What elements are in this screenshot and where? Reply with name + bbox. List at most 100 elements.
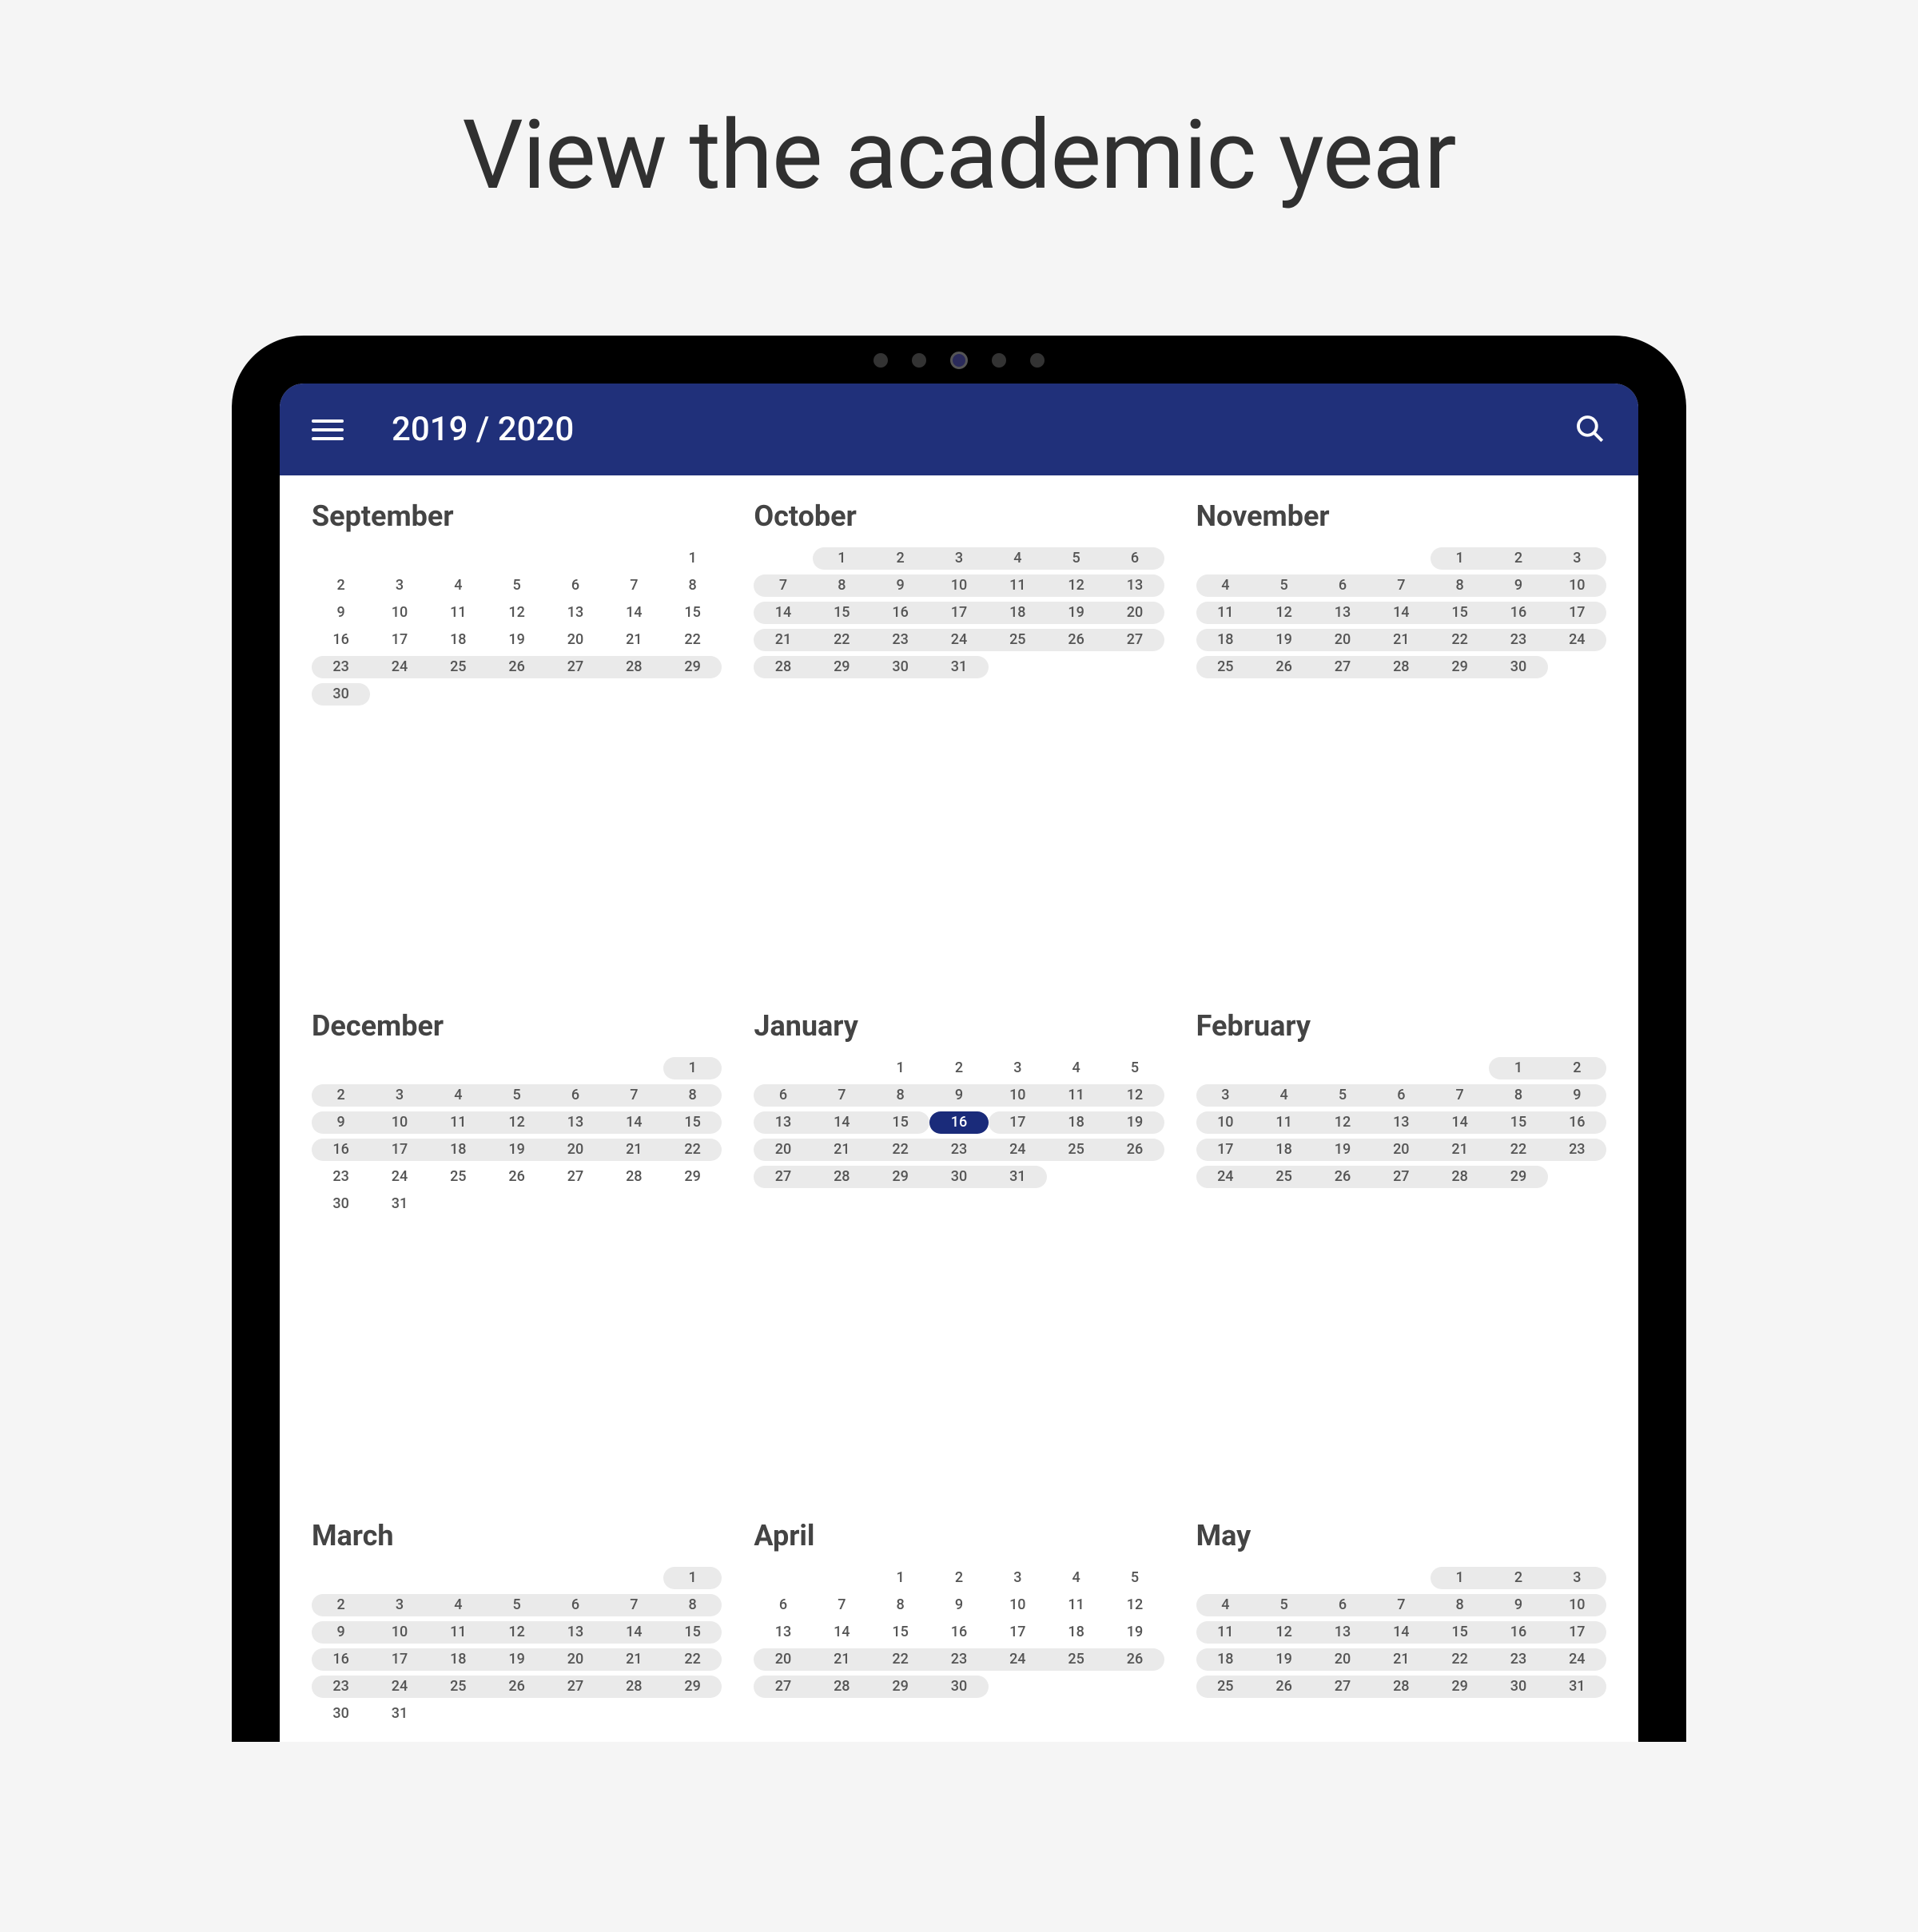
- day-cell[interactable]: 24: [989, 1648, 1047, 1671]
- day-cell[interactable]: 23: [1489, 1648, 1547, 1671]
- day-cell[interactable]: 19: [1255, 1648, 1313, 1671]
- day-cell[interactable]: 5: [1047, 547, 1105, 570]
- day-cell[interactable]: 24: [1548, 1648, 1606, 1671]
- day-cell[interactable]: 27: [1313, 1676, 1371, 1698]
- day-cell[interactable]: 2: [871, 547, 929, 570]
- day-cell[interactable]: 23: [1548, 1139, 1606, 1161]
- day-cell[interactable]: 26: [487, 1676, 546, 1698]
- day-cell[interactable]: 2: [1548, 1057, 1606, 1079]
- day-cell[interactable]: 7: [1431, 1084, 1489, 1107]
- day-cell[interactable]: 20: [546, 629, 604, 651]
- day-cell[interactable]: 5: [1105, 1567, 1164, 1589]
- day-cell[interactable]: 19: [1313, 1139, 1371, 1161]
- day-cell[interactable]: 27: [546, 1166, 604, 1188]
- day-cell[interactable]: 11: [429, 602, 487, 624]
- day-cell[interactable]: 4: [1196, 574, 1255, 597]
- day-cell[interactable]: 3: [989, 1567, 1047, 1589]
- day-cell[interactable]: 4: [429, 574, 487, 597]
- day-cell[interactable]: 6: [754, 1594, 812, 1616]
- day-cell[interactable]: 30: [871, 656, 929, 678]
- day-cell[interactable]: 9: [929, 1084, 988, 1107]
- day-cell[interactable]: 10: [929, 574, 988, 597]
- day-cell[interactable]: 28: [605, 1166, 663, 1188]
- day-cell[interactable]: 4: [1255, 1084, 1313, 1107]
- day-cell[interactable]: 25: [1255, 1166, 1313, 1188]
- day-cell[interactable]: 29: [663, 1166, 722, 1188]
- day-cell[interactable]: 14: [605, 1111, 663, 1134]
- day-cell[interactable]: 21: [754, 629, 812, 651]
- day-cell[interactable]: 21: [1372, 629, 1431, 651]
- day-cell[interactable]: 24: [989, 1139, 1047, 1161]
- day-cell[interactable]: 18: [429, 1648, 487, 1671]
- day-cell[interactable]: 6: [754, 1084, 812, 1107]
- day-cell[interactable]: 15: [663, 1621, 722, 1644]
- day-cell[interactable]: 2: [1489, 547, 1547, 570]
- day-cell[interactable]: 27: [754, 1166, 812, 1188]
- day-cell[interactable]: 1: [871, 1567, 929, 1589]
- day-cell[interactable]: 3: [1196, 1084, 1255, 1107]
- day-cell[interactable]: 26: [1105, 1139, 1164, 1161]
- day-cell[interactable]: 30: [929, 1166, 988, 1188]
- day-cell[interactable]: 11: [429, 1111, 487, 1134]
- day-cell[interactable]: 24: [370, 1676, 428, 1698]
- day-cell[interactable]: 4: [1196, 1594, 1255, 1616]
- day-cell[interactable]: 20: [1105, 602, 1164, 624]
- day-cell[interactable]: 5: [1255, 574, 1313, 597]
- day-cell[interactable]: 11: [1047, 1594, 1105, 1616]
- day-cell[interactable]: 13: [1313, 1621, 1371, 1644]
- day-cell[interactable]: 20: [1313, 1648, 1371, 1671]
- day-cell[interactable]: 9: [1489, 1594, 1547, 1616]
- day-cell[interactable]: 3: [1548, 547, 1606, 570]
- day-cell[interactable]: 15: [663, 1111, 722, 1134]
- day-cell[interactable]: 31: [370, 1703, 428, 1725]
- day-cell[interactable]: 25: [989, 629, 1047, 651]
- day-cell[interactable]: 1: [1431, 547, 1489, 570]
- day-cell[interactable]: 2: [312, 1594, 370, 1616]
- day-cell[interactable]: 1: [663, 1567, 722, 1589]
- day-cell[interactable]: 27: [546, 656, 604, 678]
- day-cell[interactable]: 14: [1431, 1111, 1489, 1134]
- day-cell[interactable]: 11: [1255, 1111, 1313, 1134]
- day-cell[interactable]: 2: [929, 1567, 988, 1589]
- day-cell[interactable]: 18: [1196, 1648, 1255, 1671]
- day-cell[interactable]: 19: [1255, 629, 1313, 651]
- day-cell[interactable]: 4: [1047, 1567, 1105, 1589]
- day-cell[interactable]: 23: [871, 629, 929, 651]
- day-cell[interactable]: 12: [1255, 602, 1313, 624]
- day-cell[interactable]: 7: [754, 574, 812, 597]
- day-cell[interactable]: 7: [813, 1084, 871, 1107]
- day-cell[interactable]: 21: [605, 1648, 663, 1671]
- day-cell[interactable]: 12: [1255, 1621, 1313, 1644]
- day-cell[interactable]: 7: [813, 1594, 871, 1616]
- day-cell[interactable]: 10: [989, 1084, 1047, 1107]
- day-cell[interactable]: 20: [546, 1139, 604, 1161]
- day-cell[interactable]: 16: [1548, 1111, 1606, 1134]
- day-cell[interactable]: 8: [871, 1084, 929, 1107]
- day-cell[interactable]: 28: [1431, 1166, 1489, 1188]
- day-cell[interactable]: 28: [813, 1166, 871, 1188]
- day-cell[interactable]: 21: [605, 629, 663, 651]
- day-cell[interactable]: 12: [487, 1111, 546, 1134]
- day-cell[interactable]: 30: [1489, 656, 1547, 678]
- day-cell[interactable]: 29: [813, 656, 871, 678]
- day-cell[interactable]: 26: [1255, 656, 1313, 678]
- day-cell[interactable]: 27: [546, 1676, 604, 1698]
- day-cell[interactable]: 19: [487, 629, 546, 651]
- day-cell[interactable]: 7: [605, 574, 663, 597]
- day-cell[interactable]: 18: [989, 602, 1047, 624]
- day-cell[interactable]: 13: [754, 1111, 812, 1134]
- day-cell[interactable]: 11: [429, 1621, 487, 1644]
- day-cell[interactable]: 16: [929, 1621, 988, 1644]
- day-cell[interactable]: 17: [989, 1621, 1047, 1644]
- day-cell[interactable]: 17: [370, 629, 428, 651]
- day-cell[interactable]: 26: [487, 656, 546, 678]
- day-cell[interactable]: 12: [1105, 1594, 1164, 1616]
- day-cell[interactable]: 6: [1313, 1594, 1371, 1616]
- day-cell[interactable]: 9: [312, 1111, 370, 1134]
- day-cell[interactable]: 18: [1196, 629, 1255, 651]
- day-cell[interactable]: 14: [1372, 1621, 1431, 1644]
- day-cell[interactable]: 10: [1196, 1111, 1255, 1134]
- day-cell[interactable]: 1: [1489, 1057, 1547, 1079]
- day-cell[interactable]: 9: [312, 602, 370, 624]
- day-cell[interactable]: 26: [1313, 1166, 1371, 1188]
